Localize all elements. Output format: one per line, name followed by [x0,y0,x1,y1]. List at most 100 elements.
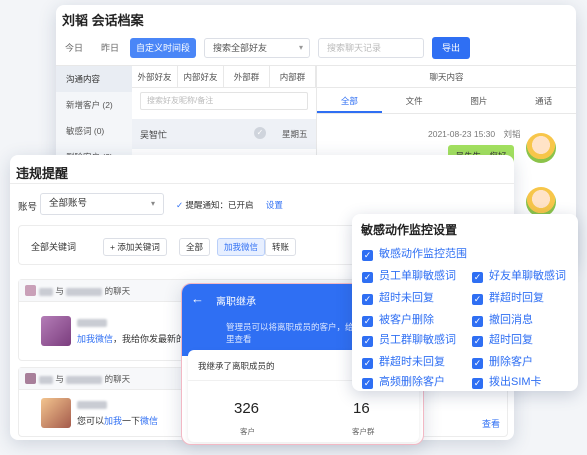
redacted-name [39,375,53,384]
avatar [25,373,36,384]
contact-list-item[interactable]: 吴智忙 ✓ 星期五 [132,119,316,149]
divider [10,183,514,184]
checkbox-group-timeout-reply[interactable]: ✓ 群超时回复 [472,289,544,305]
checkbox-delete-customer[interactable]: ✓ 删除客户 [472,353,533,369]
redacted-name [66,287,103,296]
with-text: 与 [55,374,64,384]
check-icon: ✓ [472,378,483,389]
tab-internal-friends[interactable]: 内部好友 [178,66,224,87]
account-select-value: 全部账号 [49,198,88,209]
sensitive-action-settings: 敏感动作监控设置 ✓ 敏感动作监控范围 ✓ 员工单聊敏感词 ✓ 好友单聊敏感词 ✓ 超时… [352,214,578,391]
redacted-name [39,287,53,296]
tab-files[interactable]: 文件 [382,88,447,113]
chat-search-input[interactable]: 搜索聊天记录 [318,38,424,58]
notify-value: 已开启 [228,200,254,210]
export-button[interactable]: 导出 [432,37,470,59]
violation-title: 违规提醒 [16,166,69,181]
tab-images[interactable]: 图片 [447,88,512,113]
nav-item-content[interactable]: 沟通内容 [56,66,132,92]
checkbox-staff-chat-words[interactable]: ✓ 员工单聊敏感词 [362,267,456,283]
check-icon: ✓ [472,336,483,347]
chat-content-header: 聊天内容 [317,66,576,88]
tab-calls[interactable]: 通话 [511,88,576,113]
message-rest: 一下 [122,416,141,426]
chevron-down-icon: ▾ [150,199,155,208]
nav-item-sensitive-words[interactable]: 敏感词 (0) [56,118,132,144]
checkbox-recall-message[interactable]: ✓ 撤回消息 [472,311,533,327]
message-sender: 刘韬 [503,129,521,139]
add-keyword-button[interactable]: + 添加关键词 [103,238,167,256]
redacted-name [77,400,107,409]
checkbox-label: 群超时未回复 [379,356,445,368]
checkbox-frequent-delete[interactable]: ✓ 高频删除客户 [362,373,445,389]
checkbox-label: 敏感动作监控范围 [379,248,467,260]
account-select[interactable]: 全部账号 ▾ [40,193,164,215]
friend-type-tabs: 外部好友 内部好友 外部群 内部群 [132,66,316,88]
message-time: 2021-08-23 15:30 [428,129,496,139]
tab-internal-groups[interactable]: 内部群 [270,66,316,87]
check-icon: ✓ [362,294,373,305]
add-keyword-label: 添加关键词 [117,242,160,252]
notify-label: 提醒通知： [185,200,229,210]
keyword-chip-all[interactable]: 全部 [179,238,211,256]
checkbox-label: 删除客户 [489,356,533,368]
check-icon: ✓ [472,358,483,369]
checkbox-timeout-no-reply[interactable]: ✓ 超时未回复 [362,289,434,305]
tab-all[interactable]: 全部 [317,88,382,113]
avatar [526,133,556,163]
avatar [25,285,36,296]
friend-filter-value: 搜索全部好友 [213,43,268,53]
notify-setting: ✓ 提醒通知：已开启 设置 [176,199,283,211]
check-icon: ✓ [362,358,373,369]
friend-filter-select[interactable]: 搜索全部好友 ▾ [204,38,310,58]
chat-suffix: 的聊天 [104,286,131,296]
filter-today[interactable]: 今日 [60,38,88,58]
filter-yesterday[interactable]: 昨日 [96,38,124,58]
message-pre: 您可以 [77,416,105,426]
checkbox-label: 被客户删除 [379,314,434,326]
keyword-chip-wechat[interactable]: 加我微信 [217,238,266,256]
tab-external-friends[interactable]: 外部好友 [132,66,178,87]
redacted-name [66,375,103,384]
chevron-down-icon: ▾ [298,43,303,52]
checkbox-staff-group-words[interactable]: ✓ 员工群聊敏感词 [362,331,456,347]
check-icon: ✓ [362,272,373,283]
filter-custom-range[interactable]: 自定义时间段 [130,38,196,58]
friend-search-input[interactable]: 搜索好友昵称/备注 [140,92,308,110]
keyword-highlight: 微信 [140,416,159,426]
checkbox-monitor-scope[interactable]: ✓ 敏感动作监控范围 [362,245,467,261]
message-meta: 2021-08-23 15:30 刘韬 [428,128,521,140]
check-icon: ✓ [472,272,483,283]
customer-count: 326 [234,400,260,417]
check-icon: ✓ [254,127,266,139]
settings-link[interactable]: 设置 [266,200,283,210]
tab-external-groups[interactable]: 外部群 [224,66,270,87]
checkbox-remove-sim[interactable]: ✓ 拨出SIM卡 [472,373,542,389]
checkbox-label: 员工单聊敏感词 [379,270,456,282]
avatar [526,187,556,217]
redacted-name [77,318,107,327]
keyword-chip-transfer[interactable]: 转账 [265,238,297,256]
back-arrow-icon[interactable]: ← [191,291,204,306]
sender-name [77,400,107,409]
checkbox-deleted-by-customer[interactable]: ✓ 被客户删除 [362,311,434,327]
account-label: 账号 [18,202,38,213]
checkbox-group-timeout-no-reply[interactable]: ✓ 群超时未回复 [362,353,445,369]
checkbox-label: 高频删除客户 [379,376,445,388]
check-icon: ✓ [362,378,373,389]
checkbox-timeout-reply[interactable]: ✓ 超时回复 [472,331,533,347]
keyword-highlight: 加我微信 [77,334,114,344]
checkbox-label: 超时未回复 [379,292,434,304]
check-icon: ✓ [176,200,184,210]
check-icon: ✓ [362,316,373,327]
check-icon: ✓ [472,294,483,305]
archive-title: 刘韬 会话档案 [62,13,144,28]
customer-count-label: 客户 [240,427,255,436]
group-count: 16 [353,400,370,417]
checkbox-friend-chat-words[interactable]: ✓ 好友单聊敏感词 [472,267,566,283]
nav-item-new-customers[interactable]: 新增客户 (2) [56,92,132,118]
checkbox-label: 员工群聊敏感词 [379,334,456,346]
view-link[interactable]: 查看 [482,417,500,430]
checkbox-label: 好友单聊敏感词 [489,270,566,282]
keywords-label: 全部关键词 [31,242,77,252]
